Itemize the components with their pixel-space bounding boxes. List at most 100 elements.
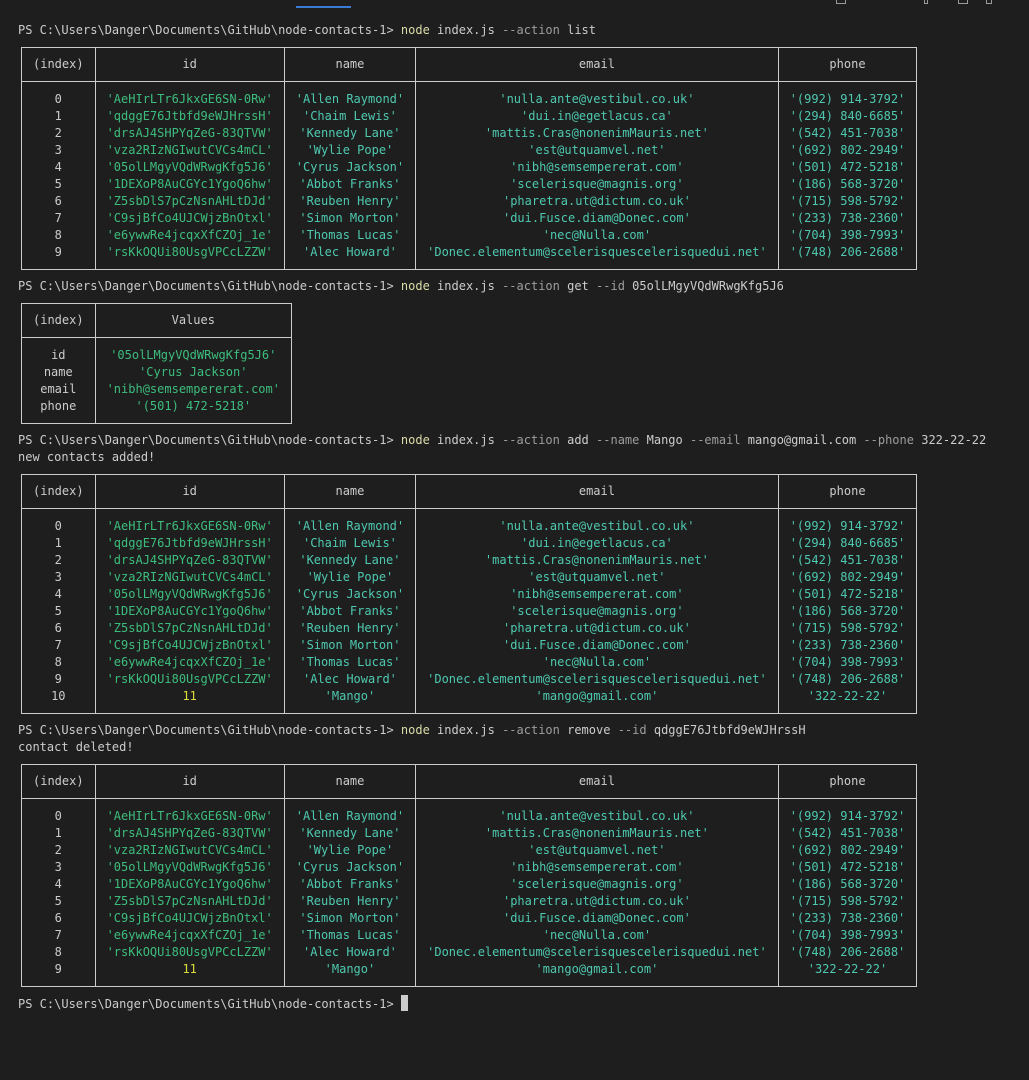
command-exe: node: [400, 279, 430, 293]
table-cell: 'Wylie Pope': [283, 569, 417, 586]
table-cell: 'Donec.elementum@scelerisquescelerisqued…: [415, 944, 779, 961]
table-cell: '(233) 738-2360': [777, 637, 918, 654]
table-cell: 'AeHIrLTr6JkxGE6SN-0Rw': [94, 508, 285, 535]
table-cell: 5: [21, 176, 96, 193]
table-cell: 6: [21, 620, 96, 637]
table-cell: 'rsKkOQUi80UsgVPCcLZZW': [94, 244, 285, 270]
table-row: 6 'Z5sbDlS7pCzNsnAHLtDJd' 'Reuben Henry''p…: [21, 193, 918, 210]
table-cell: id: [21, 337, 96, 364]
table-cell: 'C9sjBfCo4UJCWjzBnOtxl': [94, 210, 285, 227]
table-cell: '1DEXoP8AuCGYc1YgoQ6hw': [94, 176, 285, 193]
table-row: 0 'AeHIrLTr6JkxGE6SN-0Rw' 'Allen Raymond' '…: [21, 798, 918, 825]
command-flag: --phone: [863, 433, 914, 447]
column-header-id: id: [94, 764, 285, 799]
text-cursor: [400, 995, 408, 1011]
table-row: 4'05olLMgyVQdWRwgKfg5J6' 'Cyrus Jackson' '…: [21, 159, 918, 176]
table-row: 3'vza2RIzNGIwutCVCs4mCL' 'Wylie Pope''est…: [21, 142, 918, 159]
maximize-icon[interactable]: [958, 0, 968, 4]
table-cell: 'nulla.ante@vestibul.co.uk': [415, 798, 779, 825]
table-cell: 9: [21, 244, 96, 270]
column-header-index: (index): [21, 47, 96, 82]
split-icon[interactable]: [924, 0, 928, 4]
table-cell: 'Abbot Franks': [283, 876, 417, 893]
table-cell: 9: [21, 671, 96, 688]
close-panel-icon[interactable]: [986, 0, 992, 4]
table-cell: '(715) 598-5792': [777, 193, 918, 210]
table-cell: '(692) 802-2949': [777, 842, 918, 859]
table-row: 9'rsKkOQUi80UsgVPCcLZZW' 'Alec Howard' 'Do…: [21, 244, 918, 270]
contacts-table: (index) id name email phone 0 'AeHIrLTr6JkxGE6…: [21, 474, 918, 714]
current-prompt-line[interactable]: PS C:\Users\Danger\Documents\GitHub\node…: [18, 995, 1018, 1012]
table-cell: '05olLMgyVQdWRwgKfg5J6': [94, 586, 285, 603]
column-header-name: name: [283, 764, 417, 799]
command-arg: 05olLMgyVQdWRwgKfg5J6: [632, 279, 784, 293]
table-cell: '(501) 472-5218': [777, 159, 918, 176]
command-flag: --id: [617, 723, 647, 737]
table-cell: '(186) 568-3720': [777, 176, 918, 193]
table-cell: 5: [21, 603, 96, 620]
table-cell: '(186) 568-3720': [777, 603, 918, 620]
table-cell: 'dui.in@egetlacus.ca': [415, 108, 779, 125]
table-cell: 'Reuben Henry': [283, 193, 417, 210]
table-cell: '(233) 738-2360': [777, 210, 918, 227]
table-cell: 'drsAJ4SHPYqZeG-83QTVW': [94, 825, 285, 842]
table-cell: '(542) 451-7038': [777, 552, 918, 569]
table-cell: '(748) 206-2688': [777, 671, 918, 688]
table-cell: '(294) 840-6685': [777, 535, 918, 552]
table-cell: 'scelerisque@magnis.org': [415, 603, 779, 620]
prompt-text: PS C:\Users\Danger\Documents\GitHub\node…: [18, 997, 401, 1011]
command-arg: add: [567, 433, 589, 447]
prompt-text: PS C:\Users\Danger\Documents\GitHub\node…: [18, 279, 401, 293]
table-cell: 4: [21, 159, 96, 176]
table-cell: 'Chaim Lewis': [283, 108, 417, 125]
command-file: index.js: [437, 279, 495, 293]
table-row: 2'drsAJ4SHPYqZeG-83QTVW' 'Kennedy Lane''m…: [21, 552, 918, 569]
table-cell: 3: [21, 859, 96, 876]
command-flag: --action: [502, 23, 560, 37]
command-flag: --action: [502, 433, 560, 447]
table-cell: 'mattis.Cras@nonenimMauris.net': [415, 125, 779, 142]
table-cell: 'mango@gmail.com': [415, 688, 779, 714]
table-cell: 10: [21, 688, 96, 714]
command-file: index.js: [437, 433, 495, 447]
table-cell: 'Thomas Lucas': [283, 927, 417, 944]
table-cell: '1DEXoP8AuCGYc1YgoQ6hw': [94, 876, 285, 893]
table-cell: '(501) 472-5218': [777, 859, 918, 876]
column-header-name: name: [283, 47, 417, 82]
table-cell: 'Z5sbDlS7pCzNsnAHLtDJd': [94, 893, 285, 910]
table-cell: 'mattis.Cras@nonenimMauris.net': [415, 825, 779, 842]
table-cell: 'Allen Raymond': [283, 508, 417, 535]
table-cell: 'Donec.elementum@scelerisquescelerisqued…: [415, 244, 779, 270]
table-cell: 'Abbot Franks': [283, 603, 417, 620]
table-cell: 'AeHIrLTr6JkxGE6SN-0Rw': [94, 81, 285, 108]
command-flag: --name: [596, 433, 640, 447]
column-header-id: id: [94, 47, 285, 82]
table-cell: 'dui.Fusce.diam@Donec.com': [415, 910, 779, 927]
table-cell: '(501) 472-5218': [777, 586, 918, 603]
table-cell: 'dui.Fusce.diam@Donec.com': [415, 637, 779, 654]
table-cell: 'nulla.ante@vestibul.co.uk': [415, 508, 779, 535]
command-arg: Mango: [646, 433, 683, 447]
table-row: 10 11 'Mango''mango@gmail.com' '322-22-22': [21, 688, 918, 714]
column-header-phone: phone: [777, 764, 918, 799]
table-cell: 1: [21, 108, 96, 125]
table-row: 6 'C9sjBfCo4UJCWjzBnOtxl' 'Simon Morton''d…: [21, 910, 918, 927]
table-cell: 'Simon Morton': [283, 210, 417, 227]
table-cell: 'Alec Howard': [283, 944, 417, 961]
table-cell: 2: [21, 552, 96, 569]
table-row: 5'1DEXoP8AuCGYc1YgoQ6hw' 'Abbot Franks''s…: [21, 603, 918, 620]
terminal-output[interactable]: PS C:\Users\Danger\Documents\GitHub\node…: [18, 22, 1018, 1012]
layout-icon[interactable]: [836, 0, 846, 4]
table-row: 7'e6ywwRe4jcqxXfCZOj_1e' 'Thomas Lucas''n…: [21, 927, 918, 944]
column-header-index: (index): [21, 764, 96, 799]
command-arg: list: [567, 23, 597, 37]
prompt-text: PS C:\Users\Danger\Documents\GitHub\node…: [18, 433, 401, 447]
table-cell: 'nibh@semsempererat.com': [415, 586, 779, 603]
table-cell: 'nulla.ante@vestibul.co.uk': [415, 81, 779, 108]
table-cell: 4: [21, 876, 96, 893]
table-cell: 11: [94, 688, 285, 714]
table-cell: '05olLMgyVQdWRwgKfg5J6': [94, 859, 285, 876]
table-row: 1'qdggE76Jtbfd9eWJHrssH' 'Chaim Lewis''du…: [21, 108, 918, 125]
table-cell: 'Simon Morton': [283, 637, 417, 654]
table-cell: 'Allen Raymond': [283, 81, 417, 108]
